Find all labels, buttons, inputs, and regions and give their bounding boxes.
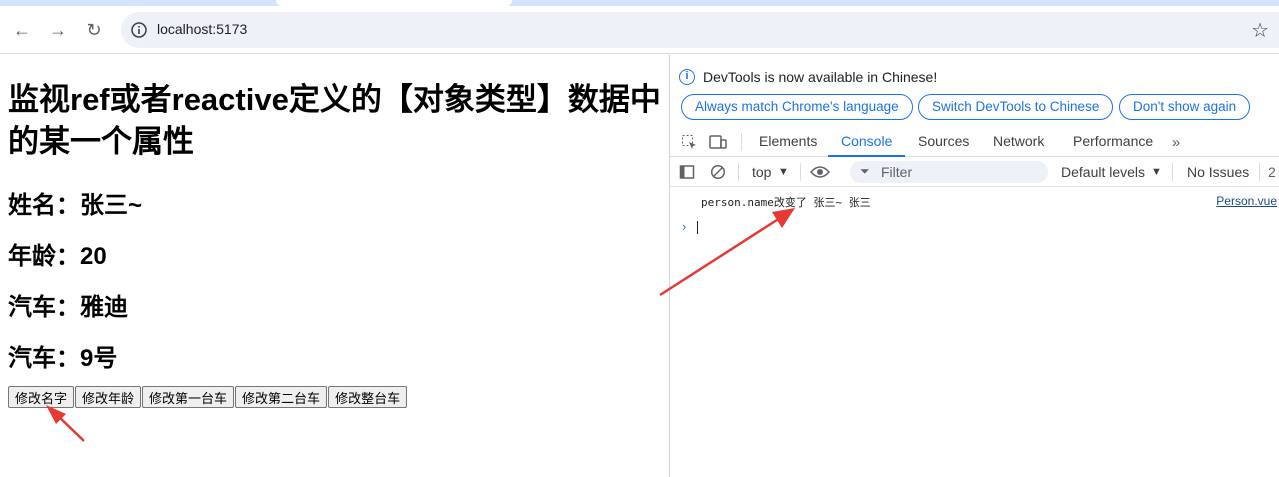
button-row: 修改名字 修改年龄 修改第一台车 修改第二台车 修改整台车	[8, 386, 408, 408]
address-bar[interactable]: localhost:5173 ☆	[121, 12, 1279, 48]
reload-icon[interactable]: ↻	[80, 16, 108, 44]
devtools-panel: i DevTools is now available in Chinese! …	[670, 55, 1279, 477]
forward-icon[interactable]: →	[44, 16, 72, 44]
context-selector[interactable]: top	[752, 164, 771, 180]
filter-icon: ⏷	[860, 164, 870, 178]
change-age-button[interactable]: 修改年龄	[75, 386, 142, 408]
change-second-car-button[interactable]: 修改第二台车	[235, 386, 328, 408]
filter-input[interactable]: ⏷	[850, 161, 1048, 183]
tab-performance[interactable]: Performance	[1073, 133, 1153, 149]
infobar-text: DevTools is now available in Chinese!	[703, 69, 938, 85]
devtools-tabbar: Elements Console Sources Network Perform…	[670, 127, 1279, 157]
info-icon: i	[679, 69, 695, 85]
filter-placeholder: Filter	[881, 164, 913, 180]
tab-network[interactable]: Network	[993, 133, 1044, 149]
clear-console-icon[interactable]	[708, 162, 728, 182]
inspect-element-icon[interactable]	[679, 132, 699, 152]
url-text[interactable]: localhost:5173	[157, 21, 247, 37]
change-name-button[interactable]: 修改名字	[8, 386, 75, 408]
console-toolbar: top ▼ ⏷ Filter Default levels ▼ No Issue…	[670, 157, 1279, 187]
log-message: person.name改变了 张三~ 张三	[701, 196, 871, 209]
log-levels-dropdown[interactable]: Default levels	[1061, 164, 1145, 180]
toolbar-separator	[1259, 163, 1260, 181]
tab-sources[interactable]: Sources	[918, 133, 969, 149]
match-language-button[interactable]: Always match Chrome's language	[681, 94, 913, 120]
page-content: 监视ref或者reactive定义的【对象类型】数据中的某一个属性 姓名：张三~…	[0, 55, 669, 477]
language-infobar: i DevTools is now available in Chinese! …	[670, 55, 1279, 127]
browser-toolbar: ← → ↻ localhost:5173 ☆	[0, 6, 1279, 54]
log-source-link[interactable]: Person.vue	[1216, 194, 1277, 208]
page-title: 监视ref或者reactive定义的【对象类型】数据中的某一个属性	[8, 82, 661, 159]
change-first-car-button[interactable]: 修改第一台车	[142, 386, 235, 408]
device-toolbar-icon[interactable]	[708, 132, 728, 152]
more-tabs-icon[interactable]: »	[1166, 132, 1186, 152]
console-input[interactable]	[697, 221, 698, 234]
site-info-icon[interactable]	[130, 21, 148, 39]
age-field: 年龄：20	[8, 243, 107, 270]
back-icon[interactable]: ←	[8, 16, 36, 44]
tab-elements[interactable]: Elements	[759, 133, 817, 149]
car2-field: 汽车：9号	[8, 345, 118, 372]
issues-count[interactable]: 2	[1268, 164, 1276, 180]
console-log-entry: person.name改变了 张三~ 张三 Person.vue	[670, 187, 1279, 215]
live-expression-eye-icon[interactable]	[810, 162, 830, 182]
bookmark-star-icon[interactable]: ☆	[1251, 18, 1269, 43]
context-dropdown-icon[interactable]: ▼	[778, 166, 789, 178]
toolbar-separator	[800, 163, 801, 181]
tab-console[interactable]: Console	[841, 133, 892, 149]
car1-field: 汽车：雅迪	[8, 294, 128, 321]
toolbar-separator	[738, 163, 739, 181]
name-field: 姓名：张三~	[8, 192, 143, 219]
change-all-cars-button[interactable]: 修改整台车	[328, 386, 408, 408]
sidebar-toggle-icon[interactable]	[677, 162, 697, 182]
switch-chinese-button[interactable]: Switch DevTools to Chinese	[918, 94, 1114, 120]
issues-button[interactable]: No Issues	[1187, 164, 1249, 180]
console-prompt-icon: ›	[682, 219, 687, 234]
dont-show-again-button[interactable]: Don't show again	[1119, 94, 1251, 120]
tab-separator	[741, 133, 742, 151]
toolbar-separator	[1172, 163, 1173, 181]
levels-dropdown-icon[interactable]: ▼	[1151, 166, 1162, 178]
